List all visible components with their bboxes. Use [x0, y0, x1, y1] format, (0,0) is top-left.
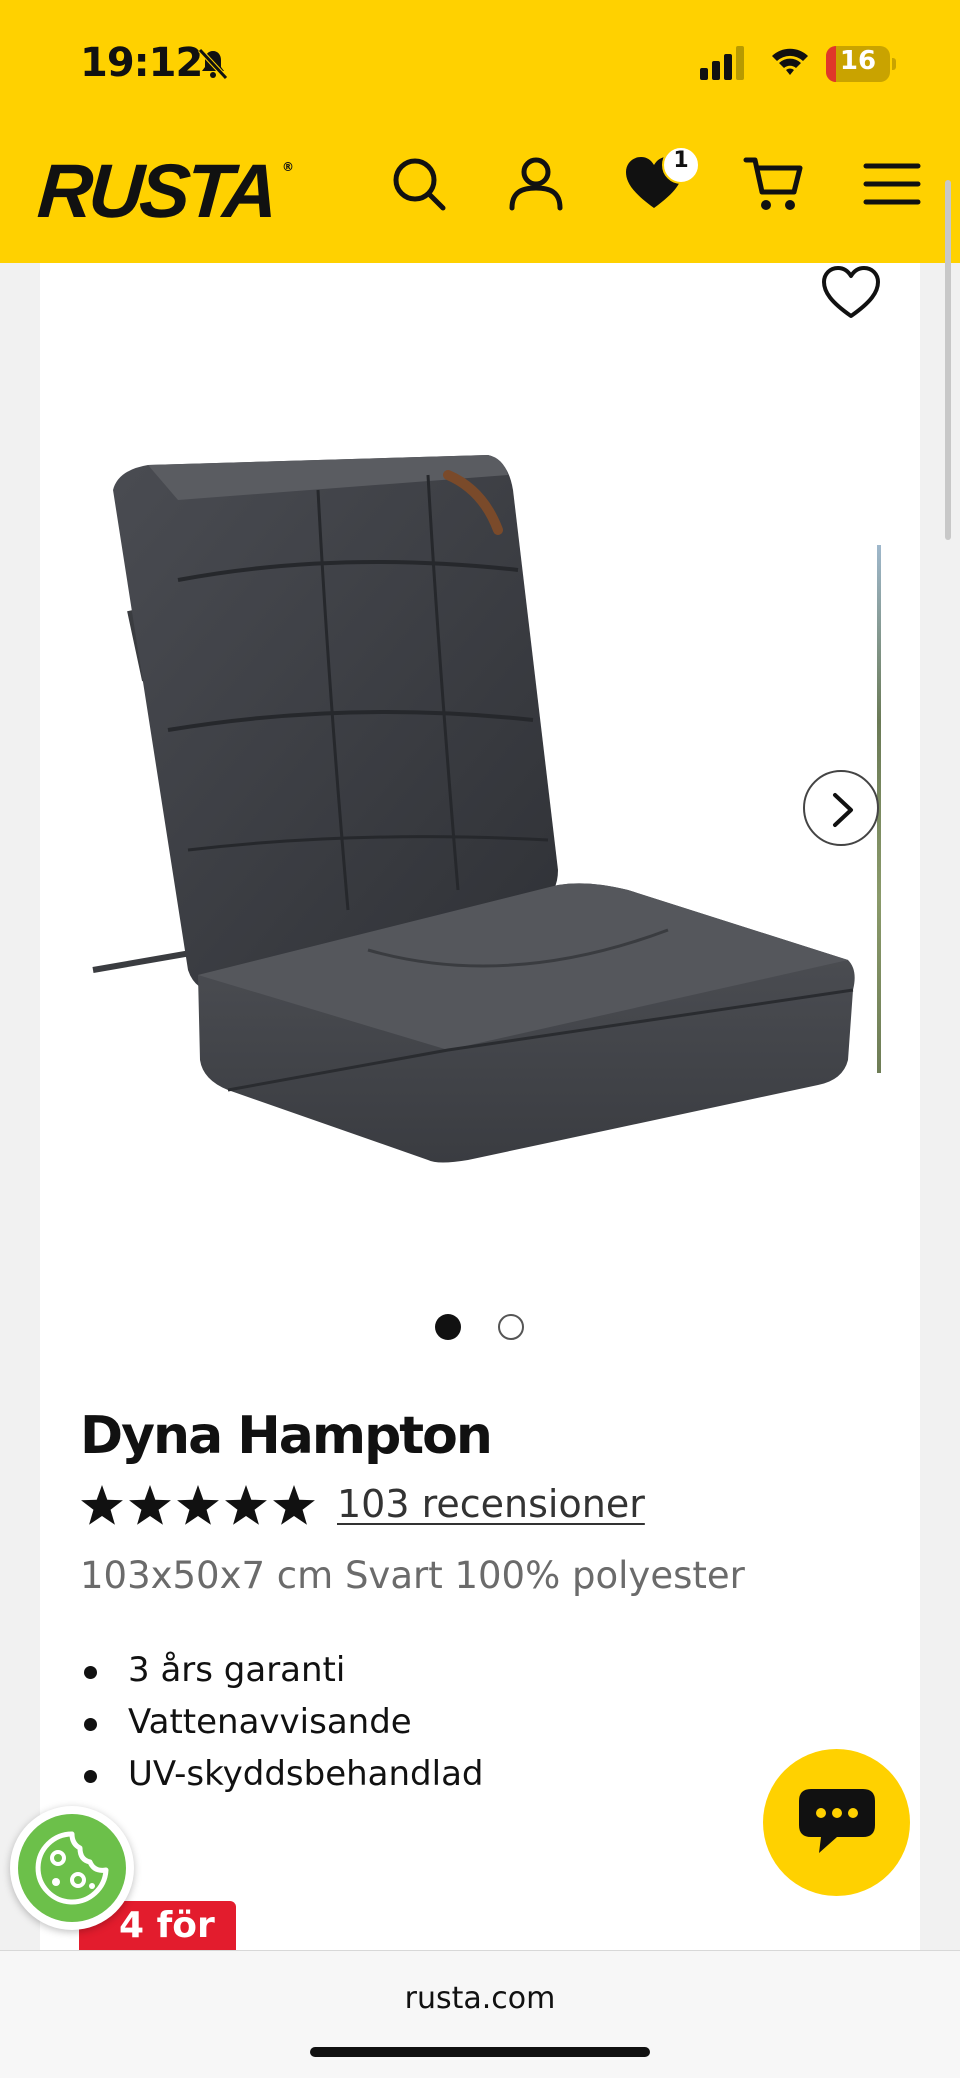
cookie-settings-button[interactable]: [10, 1806, 134, 1930]
cart-button[interactable]: [742, 152, 806, 216]
battery-percent: 16: [839, 46, 877, 76]
rusta-logo[interactable]: RUSTA: [35, 148, 277, 235]
registered-mark: ®: [282, 160, 294, 174]
battery-indicator: 16: [826, 46, 896, 82]
user-icon: [509, 157, 563, 211]
product-image-cushion[interactable]: [88, 430, 864, 1190]
wishlist-count-badge: 1: [662, 146, 700, 184]
chat-button[interactable]: [763, 1749, 910, 1896]
feature-item: Vattenavvisande: [80, 1702, 780, 1754]
hamburger-menu-icon: [863, 163, 921, 205]
browser-url-bar[interactable]: rusta.com: [0, 1950, 960, 2078]
cookie-icon: [35, 1831, 109, 1905]
carousel-dot-1[interactable]: [435, 1314, 461, 1340]
status-time: 19:12: [80, 40, 203, 86]
product-subtitle: 103x50x7 cm Svart 100% polyester: [80, 1554, 745, 1597]
feature-item: 3 års garanti: [80, 1650, 780, 1702]
reviews-link[interactable]: 103 recensioner: [337, 1482, 645, 1526]
feature-list: 3 års garanti Vattenavvisande UV-skyddsb…: [80, 1650, 780, 1806]
home-indicator[interactable]: [310, 2047, 650, 2057]
account-button[interactable]: [504, 152, 568, 216]
star-icon: [177, 1485, 219, 1525]
wifi-icon: [772, 48, 808, 75]
star-icon: [225, 1485, 267, 1525]
feature-item: UV-skyddsbehandlad: [80, 1754, 780, 1806]
search-button[interactable]: [387, 152, 451, 216]
cellular-signal-icon: [700, 46, 744, 80]
chevron-right-icon: [833, 793, 853, 827]
cart-icon: [743, 157, 803, 210]
add-to-wishlist-heart-icon[interactable]: [820, 264, 882, 322]
star-icon: [81, 1485, 123, 1525]
site-header: 19:12 16 RUSTA ® 1: [0, 0, 960, 263]
product-title: Dyna Hampton: [80, 1406, 493, 1466]
silent-bell-icon: [198, 48, 228, 80]
rating-stars: [81, 1485, 315, 1525]
url-text[interactable]: rusta.com: [0, 1981, 960, 2016]
menu-button[interactable]: [860, 152, 924, 216]
page-scrollbar[interactable]: [945, 180, 951, 540]
carousel-next-button[interactable]: [803, 770, 879, 846]
carousel-dot-2[interactable]: [498, 1314, 524, 1340]
star-icon: [273, 1485, 315, 1525]
search-icon: [393, 158, 446, 211]
chat-bubble-icon: [799, 1789, 875, 1853]
star-icon: [129, 1485, 171, 1525]
